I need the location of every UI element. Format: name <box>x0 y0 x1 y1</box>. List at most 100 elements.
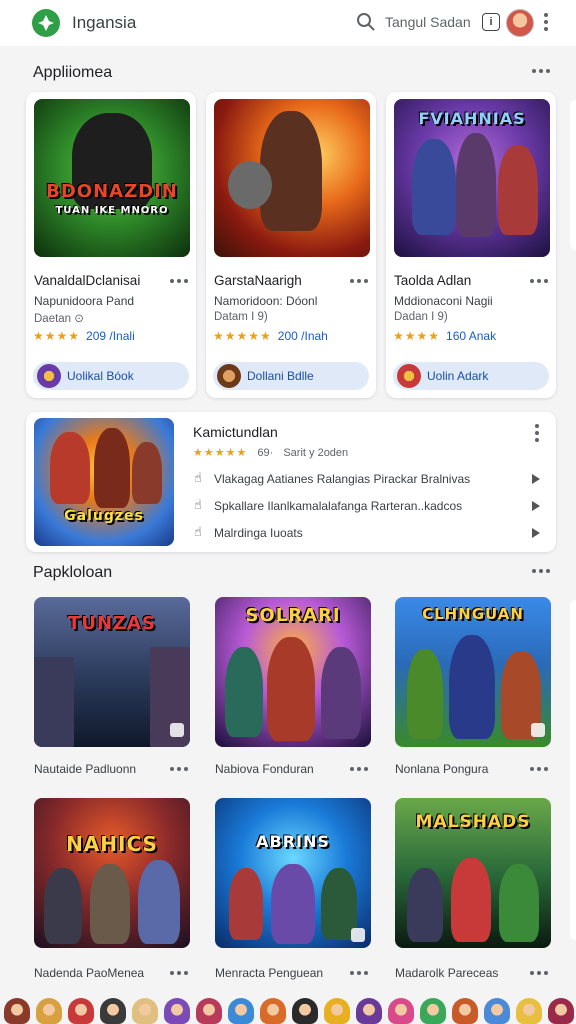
install-button[interactable]: Uolikal Bóok <box>33 362 189 390</box>
character-figure <box>271 864 315 944</box>
rating-stars: ★★★★ 209 /Inali <box>33 329 135 343</box>
tile-caption: Nonlana Pongura <box>395 762 489 776</box>
featured-artwork[interactable]: Galugzes <box>34 418 174 546</box>
game-developer: Namoridoon: Dóonl <box>214 294 318 308</box>
tile-caption: Menracta Penguean <box>215 966 324 980</box>
overflow-menu-icon[interactable] <box>544 13 548 34</box>
app-card[interactable]: BDONAZDIN TUAN IKE MNORO VanaldalDclanis… <box>26 92 196 398</box>
character-avatar-icon[interactable] <box>420 998 446 1024</box>
more-icon[interactable] <box>530 767 548 771</box>
artwork-title: SOLRARI <box>245 605 341 626</box>
game-artwork[interactable] <box>214 99 370 257</box>
game-icon <box>217 364 241 388</box>
search-icon[interactable] <box>356 12 376 32</box>
install-button[interactable]: Dollani Bdlle <box>213 362 369 390</box>
artwork-title: Galugzes <box>64 508 144 524</box>
character-avatar-icon[interactable] <box>516 998 542 1024</box>
character-figure <box>132 442 162 504</box>
artwork-title: ABRINS <box>256 832 330 851</box>
section-more-icon[interactable] <box>532 69 550 73</box>
artwork-subtitle: TUAN IKE MNORO <box>55 205 169 216</box>
character-avatar-icon[interactable] <box>100 998 126 1024</box>
character-figure <box>260 111 322 231</box>
character-avatar-icon[interactable] <box>484 998 510 1024</box>
rating-count: 209 /Inali <box>86 329 135 343</box>
more-icon[interactable] <box>530 279 548 283</box>
install-button[interactable]: Uolin Adark <box>393 362 549 390</box>
app-card[interactable]: FVIAHNIAS Taolda Adlan Mddionaconi Nagii… <box>386 92 556 398</box>
more-icon[interactable] <box>170 279 188 283</box>
search-input[interactable]: Tangul Sadan <box>385 14 471 30</box>
section-more-icon[interactable] <box>532 569 550 573</box>
artwork-title: NAHICS <box>66 832 158 856</box>
app-card[interactable]: GarstaNaarigh Namoridoon: Dóonl Datam I … <box>206 92 376 398</box>
hand-pointer-icon: ☝ <box>194 470 202 485</box>
featured-card[interactable]: Galugzes Kamictundlan ★★★★★ 69· Sarit y … <box>26 412 556 552</box>
info-icon[interactable]: i <box>482 13 500 31</box>
featured-title: Kamictundlan <box>193 424 278 440</box>
more-icon[interactable] <box>350 767 368 771</box>
game-artwork[interactable]: BDONAZDIN TUAN IKE MNORO <box>34 99 190 257</box>
game-developer: Mddionaconi Nagii <box>394 294 493 308</box>
game-icon <box>397 364 421 388</box>
character-figure <box>138 860 180 944</box>
character-avatar-icon[interactable] <box>196 998 222 1024</box>
play-icon[interactable] <box>532 501 540 511</box>
character-avatar-icon[interactable] <box>324 998 350 1024</box>
more-icon[interactable] <box>535 424 539 445</box>
avatar[interactable] <box>506 9 534 37</box>
play-badge-icon <box>170 723 184 737</box>
game-tile[interactable]: CLHNGUAN <box>395 597 551 747</box>
character-avatar-icon[interactable] <box>164 998 190 1024</box>
weapon-figure <box>228 161 272 209</box>
more-icon[interactable] <box>350 279 368 283</box>
hand-pointer-icon: ☝ <box>194 524 202 539</box>
game-date: Dadan I 9) <box>394 311 448 323</box>
game-artwork[interactable]: FVIAHNIAS <box>394 99 550 257</box>
character-figure <box>407 868 443 942</box>
more-icon[interactable] <box>350 971 368 975</box>
game-tile[interactable]: MALSHADS <box>395 798 551 948</box>
artwork-title: MALSHADS <box>415 812 531 832</box>
character-avatar-icon[interactable] <box>228 998 254 1024</box>
next-card-peek <box>570 100 576 250</box>
more-icon[interactable] <box>530 971 548 975</box>
artwork-title: BDONAZDIN <box>46 181 178 202</box>
game-tile[interactable]: NAHICS <box>34 798 190 948</box>
rating-count: 200 /Inah <box>277 329 328 343</box>
top-app-bar: Ingansia Tangul Sadan i <box>0 0 576 46</box>
character-avatar-icon[interactable] <box>132 998 158 1024</box>
character-avatar-icon[interactable] <box>388 998 414 1024</box>
game-date: Daetan ⊙ <box>34 313 84 325</box>
play-icon[interactable] <box>532 528 540 538</box>
character-avatar-icon[interactable] <box>68 998 94 1024</box>
tile-caption: Nautaide Padluonn <box>34 762 137 776</box>
tile-caption: Nabiova Fonduran <box>215 762 314 776</box>
featured-item[interactable]: Malrdinga Iuoats <box>214 526 303 540</box>
character-avatar-icon[interactable] <box>292 998 318 1024</box>
game-title: VanaldalDclanisai <box>34 273 141 288</box>
character-avatar-icon[interactable] <box>356 998 382 1024</box>
character-avatar-icon[interactable] <box>260 998 286 1024</box>
play-icon[interactable] <box>532 474 540 484</box>
play-badge-icon <box>351 928 365 942</box>
character-avatar-icon[interactable] <box>548 998 574 1024</box>
rating-stars: ★★★★ 160 Anak <box>393 329 497 343</box>
more-icon[interactable] <box>170 971 188 975</box>
character-avatar-icon[interactable] <box>4 998 30 1024</box>
featured-item[interactable]: Spkallare Ilanlkamalalafanga Rarteran..k… <box>214 499 462 513</box>
app-logo-icon[interactable] <box>32 9 60 37</box>
artwork-title: CLHNGUAN <box>422 605 524 623</box>
game-tile[interactable]: TUNZAS <box>34 597 190 747</box>
game-tile[interactable]: SOLRARI <box>215 597 371 747</box>
game-icon <box>37 364 61 388</box>
rating-count: 160 Anak <box>446 329 497 343</box>
character-avatar-icon[interactable] <box>36 998 62 1024</box>
character-figure <box>229 868 263 940</box>
play-badge-icon <box>531 723 545 737</box>
more-icon[interactable] <box>170 767 188 771</box>
game-tile[interactable]: ABRINS <box>215 798 371 948</box>
featured-item[interactable]: Vlakagag Aatianes Ralangias Pirackar Bra… <box>214 472 470 486</box>
character-avatar-icon[interactable] <box>452 998 478 1024</box>
character-figure <box>321 647 361 739</box>
